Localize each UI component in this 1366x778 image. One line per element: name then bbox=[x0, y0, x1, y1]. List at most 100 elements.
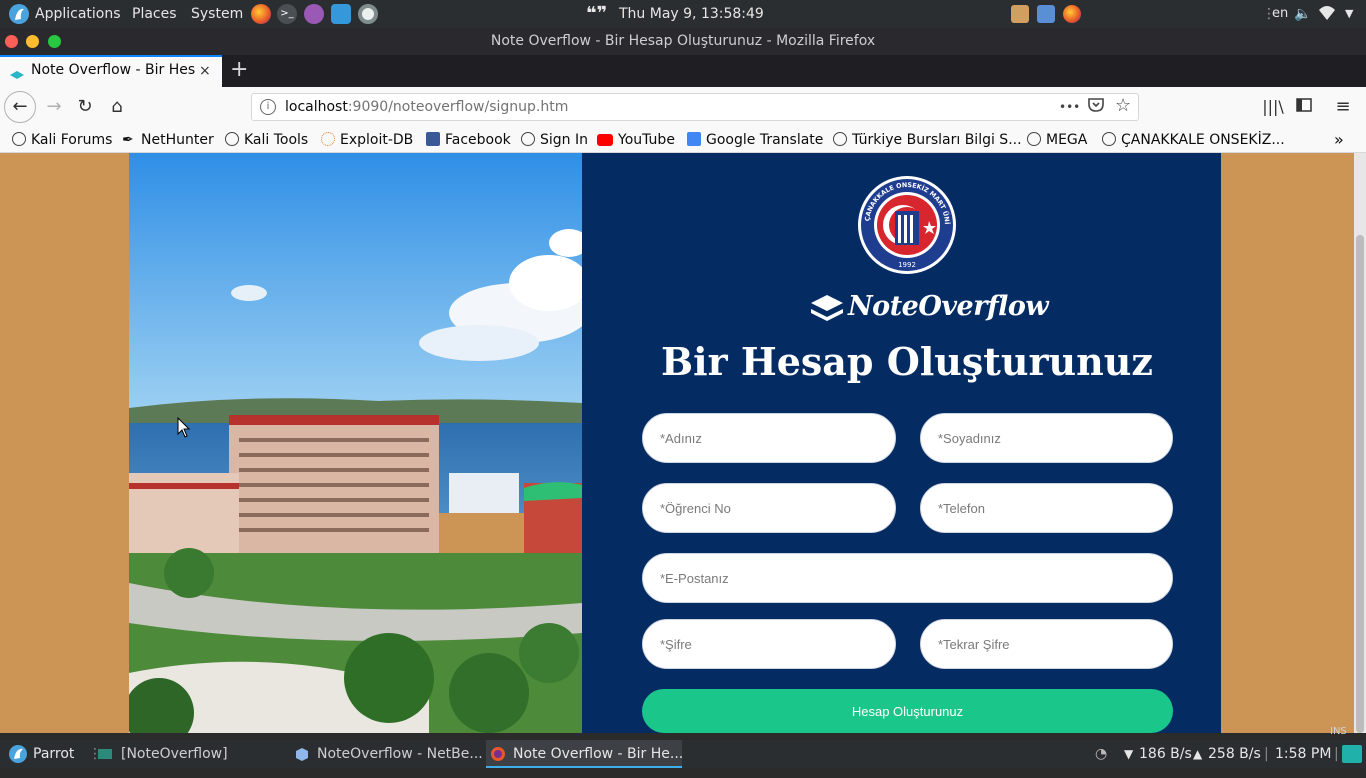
os-taskbar: Parrot ⋮ [NoteOverflow] NoteOverflow - N… bbox=[0, 740, 1366, 768]
bookmark-youtube[interactable]: YouTube bbox=[597, 130, 675, 150]
bookmark-star-icon[interactable]: ☆ bbox=[1115, 95, 1131, 116]
globe-icon bbox=[833, 132, 847, 146]
brand-name: NoteOverflow bbox=[848, 291, 1049, 322]
bookmark-exploit-db[interactable]: Exploit-DB bbox=[321, 130, 413, 150]
tab-strip: Note Overflow - Bir Hesap Oluşturunuz × … bbox=[0, 55, 1366, 87]
task-firefox-icon bbox=[490, 740, 506, 768]
new-tab-button[interactable]: + bbox=[230, 57, 248, 82]
bookmark-label: Google Translate bbox=[706, 132, 824, 148]
bookmark-label: MEGA bbox=[1046, 132, 1088, 148]
firefox-launcher-icon[interactable] bbox=[251, 4, 271, 24]
screenshot-launcher-icon[interactable] bbox=[331, 4, 351, 24]
close-window-icon[interactable] bbox=[5, 35, 18, 48]
brand-logo[interactable]: NoteOverflow bbox=[810, 291, 1049, 327]
bookmark-label: Türkiye Bursları Bilgi S... bbox=[852, 132, 1022, 148]
seal-year: 1992 bbox=[898, 261, 916, 269]
create-account-button[interactable]: Hesap Oluşturunuz bbox=[642, 689, 1173, 733]
email-input[interactable] bbox=[642, 553, 1173, 603]
network-icon[interactable]: ◔ bbox=[1095, 740, 1107, 768]
files-tray-icon[interactable] bbox=[1011, 5, 1029, 23]
places-menu[interactable]: Places bbox=[132, 0, 177, 28]
page-actions-icon[interactable]: ••• bbox=[1059, 100, 1080, 114]
bookmark-kali-forums[interactable]: Kali Forums bbox=[12, 130, 112, 150]
bookmark-kali-tools[interactable]: Kali Tools bbox=[225, 130, 308, 150]
volume-icon[interactable]: 🔈 bbox=[1294, 0, 1311, 28]
power-menu-icon[interactable]: ▼ bbox=[1345, 0, 1353, 28]
forward-button[interactable]: → bbox=[40, 93, 68, 121]
pocket-icon[interactable] bbox=[1088, 97, 1104, 117]
back-button[interactable]: ← bbox=[4, 91, 36, 123]
bookmark-turkiye-burslari[interactable]: Türkiye Bursları Bilgi S... bbox=[833, 130, 1022, 150]
quote-icon: ❝❞ bbox=[586, 3, 608, 24]
task-firefox-label: Note Overflow - Bir He... bbox=[513, 746, 684, 762]
bookmark-label: NetHunter bbox=[141, 132, 214, 148]
text-editor-launcher-icon[interactable] bbox=[304, 4, 324, 24]
ins-indicator: INS bbox=[1330, 726, 1347, 737]
sidebar-icon[interactable] bbox=[1290, 93, 1318, 121]
taskbar-clock[interactable]: 1:58 PM bbox=[1275, 740, 1331, 768]
globe-icon bbox=[1102, 132, 1116, 146]
task-firefox[interactable]: Note Overflow - Bir He... bbox=[486, 740, 684, 768]
parrot-menu-icon[interactable] bbox=[8, 0, 30, 28]
noteoverflow-favicon-icon bbox=[10, 66, 24, 79]
password-input[interactable] bbox=[642, 619, 896, 669]
bookmark-google-translate[interactable]: Google Translate bbox=[687, 130, 823, 150]
start-menu-button[interactable]: Parrot bbox=[33, 740, 74, 768]
home-button[interactable]: ⌂ bbox=[103, 93, 131, 121]
bookmark-canakkale[interactable]: ÇANAKKALE ONSEKİZ... bbox=[1102, 130, 1285, 150]
bookmarks-overflow-icon[interactable]: » bbox=[1334, 130, 1344, 150]
parrot-start-icon[interactable] bbox=[8, 740, 28, 768]
tab-close-icon[interactable]: × bbox=[199, 63, 211, 79]
navigation-toolbar: ← → ↻ ⌂ i localhost:9090/noteoverflow/si… bbox=[0, 87, 1366, 127]
first-name-input[interactable] bbox=[642, 413, 896, 463]
url-bar[interactable]: i localhost:9090/noteoverflow/signup.htm… bbox=[251, 93, 1139, 121]
firefox-tray-icon[interactable] bbox=[1063, 5, 1081, 23]
student-no-input[interactable] bbox=[642, 483, 896, 533]
page-scrollbar[interactable] bbox=[1354, 153, 1366, 733]
taskbar-divider: | bbox=[1334, 746, 1339, 762]
tab-note-overflow[interactable]: Note Overflow - Bir Hesap Oluşturunuz × bbox=[0, 55, 222, 87]
terminal-launcher-icon[interactable]: >_ bbox=[277, 4, 297, 24]
reload-button[interactable]: ↻ bbox=[71, 93, 99, 121]
google-translate-icon bbox=[687, 132, 701, 146]
camera-launcher-icon[interactable] bbox=[358, 4, 378, 24]
last-name-input[interactable] bbox=[920, 413, 1173, 463]
download-arrow-icon: ▼ bbox=[1124, 747, 1134, 761]
globe-icon bbox=[225, 132, 239, 146]
menu-icon[interactable]: ≡ bbox=[1329, 93, 1357, 121]
library-icon[interactable]: |||\ bbox=[1259, 93, 1287, 121]
bookmark-facebook[interactable]: Facebook bbox=[426, 130, 511, 150]
site-info-icon[interactable]: i bbox=[260, 99, 276, 115]
url-text[interactable]: localhost:9090/noteoverflow/signup.htm bbox=[285, 99, 568, 115]
page-content: 1992 ÇANAKKALE ONSEKİZ MART ÜNİVERSİTESİ… bbox=[0, 153, 1366, 733]
minimize-window-icon[interactable] bbox=[26, 35, 39, 48]
bookmark-sign-in[interactable]: Sign In bbox=[521, 130, 588, 150]
tab-label: Note Overflow - Bir Hesap Oluşturunuz bbox=[31, 62, 196, 78]
bookmark-mega[interactable]: MEGA bbox=[1027, 130, 1087, 150]
phone-input[interactable] bbox=[920, 483, 1173, 533]
university-seal-logo: 1992 ÇANAKKALE ONSEKİZ MART ÜNİVERSİTESİ bbox=[855, 168, 957, 275]
maximize-window-icon[interactable] bbox=[48, 35, 61, 48]
password-repeat-input[interactable] bbox=[920, 619, 1173, 669]
task-terminal-icon bbox=[98, 740, 112, 768]
bookmark-label: Kali Tools bbox=[244, 132, 309, 148]
clock[interactable]: Thu May 9, 13:58:49 bbox=[619, 0, 764, 28]
task-terminal[interactable]: [NoteOverflow] bbox=[121, 740, 228, 768]
globe-icon bbox=[12, 132, 26, 146]
language-indicator[interactable]: en bbox=[1272, 0, 1288, 28]
task-netbeans-icon bbox=[295, 740, 309, 768]
taskbar-divider: | bbox=[1264, 746, 1269, 762]
show-desktop-icon[interactable] bbox=[1342, 745, 1362, 763]
scrollbar-thumb[interactable] bbox=[1356, 235, 1364, 733]
wifi-icon[interactable] bbox=[1319, 0, 1335, 28]
applications-menu[interactable]: Applications bbox=[35, 0, 121, 28]
stack-layers-icon bbox=[810, 295, 844, 325]
bookmark-nethunter[interactable]: ✒ NetHunter bbox=[122, 130, 214, 150]
task-netbeans[interactable]: NoteOverflow - NetBe... bbox=[317, 740, 483, 768]
net-download-speed: 186 B/s bbox=[1139, 746, 1192, 762]
system-menu[interactable]: System bbox=[191, 0, 243, 28]
url-host: localhost bbox=[285, 99, 348, 115]
virtualbox-tray-icon[interactable] bbox=[1037, 5, 1055, 23]
bookmark-label: Kali Forums bbox=[31, 132, 113, 148]
campus-photo bbox=[129, 153, 582, 733]
